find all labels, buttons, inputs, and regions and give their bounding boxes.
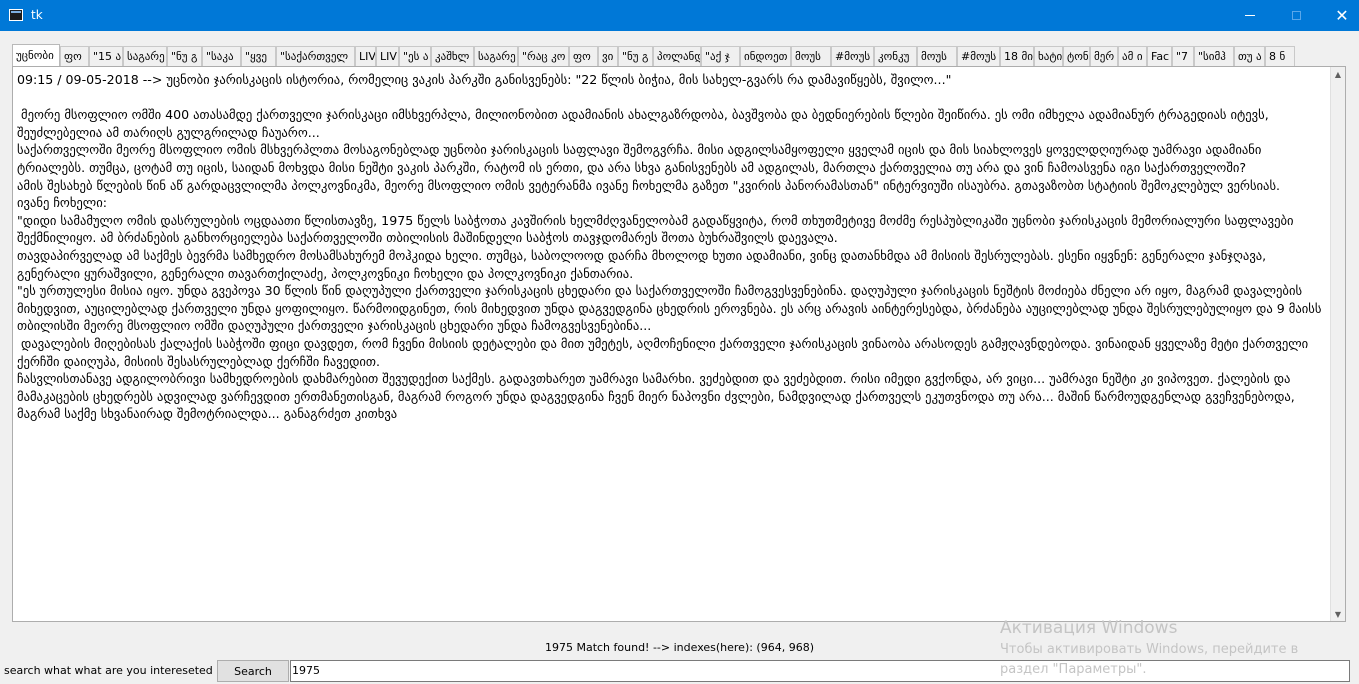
tab-29[interactable]: მერ — [1090, 46, 1118, 66]
tab-31[interactable]: Fac — [1147, 46, 1172, 66]
search-button[interactable]: Search — [217, 660, 289, 682]
tab-35[interactable]: 8 ნ — [1265, 46, 1295, 66]
tab-4[interactable]: საგარე — [123, 46, 167, 66]
tab-11[interactable]: "ეს ა — [399, 46, 431, 66]
scroll-up-icon[interactable]: ▲ — [1331, 67, 1345, 81]
vertical-scrollbar[interactable]: ▲ ▼ — [1330, 67, 1345, 621]
text-line: ჩასვლისთანავე ადგილობრივი სამხედროების დ… — [17, 371, 1299, 422]
tab-33[interactable]: "სიმჰ — [1194, 46, 1234, 66]
maximize-button[interactable] — [1273, 0, 1319, 31]
tab-9[interactable]: LIV — [355, 46, 376, 66]
tab-27[interactable]: ხატი — [1034, 46, 1063, 66]
text-line: დავალების მიღებისას ქალაქის საბჭოში ფიცი… — [17, 335, 1313, 369]
article-textbox[interactable]: 09:15 / 09-05-2018 --> უცნობი ჯარისკაცის… — [17, 71, 1329, 619]
match-status: 1975 Match found! --> indexes(here): (96… — [544, 641, 815, 654]
tab-6[interactable]: "საკა — [202, 46, 241, 66]
tab-7[interactable]: "ყვე — [241, 46, 276, 66]
tab-13[interactable]: საგარე — [474, 46, 518, 66]
minimize-button[interactable] — [1227, 0, 1273, 31]
title-bar: tk ✕ — [0, 0, 1359, 31]
tab-16[interactable]: ვი — [598, 46, 618, 66]
app-icon — [9, 9, 23, 21]
search-input[interactable]: 1975 — [290, 660, 1350, 682]
tab-30[interactable]: ამ ი — [1118, 46, 1147, 66]
tab-24[interactable]: მოუს — [917, 46, 957, 66]
tab-28[interactable]: ტონ — [1063, 46, 1090, 66]
text-line: ივანე ჩოხელი: — [17, 195, 107, 211]
tab-8[interactable]: "საქართველ — [276, 46, 355, 66]
text-line — [17, 89, 1329, 107]
window-title: tk — [31, 8, 43, 22]
tab-21[interactable]: მოუს — [791, 46, 831, 66]
tab-32[interactable]: "7 — [1172, 46, 1194, 66]
tab-10[interactable]: LIV — [376, 46, 399, 66]
text-line: 09:15 / 09-05-2018 --> უცნობი ჯარისკაცის… — [17, 72, 952, 87]
tab-14[interactable]: "რაც კო — [518, 46, 569, 66]
text-line: "დიდი სამამულო ომის დასრულების ოცდაათი წ… — [17, 212, 1298, 246]
tab-2[interactable]: ფო — [60, 46, 89, 66]
tab-25[interactable]: #მოუს — [957, 46, 1000, 66]
tab-26[interactable]: 18 მი — [1000, 46, 1034, 66]
text-panel: 09:15 / 09-05-2018 --> უცნობი ჯარისკაცის… — [12, 66, 1346, 622]
tab-5[interactable]: "ნუ გ — [167, 46, 202, 66]
text-line: თავდაპირველად ამ საქმეს ბევრმა სამხედრო … — [17, 247, 1271, 281]
text-line: ამის შესახებ წლების წინ აწ გარდაცვლილმა … — [17, 177, 1281, 193]
tab-3[interactable]: "15 ა — [89, 46, 123, 66]
tab-19[interactable]: "აქ ჯ — [701, 46, 740, 66]
tab-15[interactable]: ფო — [569, 46, 598, 66]
close-icon: ✕ — [1335, 5, 1349, 25]
close-button[interactable]: ✕ — [1319, 0, 1359, 31]
tab-23[interactable]: კონკუ — [874, 46, 917, 66]
tab-22[interactable]: #მოუს — [831, 46, 874, 66]
minimize-icon — [1245, 15, 1255, 16]
text-line: "ეს ურთულესი მისია იყო. უნდა გვეპოვა 30 … — [17, 283, 1326, 334]
tab-strip: უცნობი ფო "15 ა საგარე "ნუ გ "საკა "ყვე "საქართ… — [12, 44, 1357, 66]
text-line: მეორე მსოფლიო ომში 400 ათასამდე ქართველი… — [17, 107, 1273, 140]
tab-34[interactable]: თუ ა — [1234, 46, 1265, 66]
tab-18[interactable]: პოლანდ — [653, 46, 701, 66]
tab-12[interactable]: კაშხლ — [431, 46, 474, 66]
maximize-icon — [1291, 11, 1301, 20]
tab-1[interactable]: უცნობი — [12, 44, 60, 66]
text-line: საქართველოში მეორე მსოფლიო ომის მსხვერპლ… — [17, 142, 1266, 175]
search-label: search what what are you intereseted in — [4, 664, 227, 677]
tab-20[interactable]: ინდოეთ — [740, 46, 791, 66]
scroll-down-icon[interactable]: ▼ — [1331, 607, 1345, 621]
tab-17[interactable]: "ნუ გ — [618, 46, 653, 66]
